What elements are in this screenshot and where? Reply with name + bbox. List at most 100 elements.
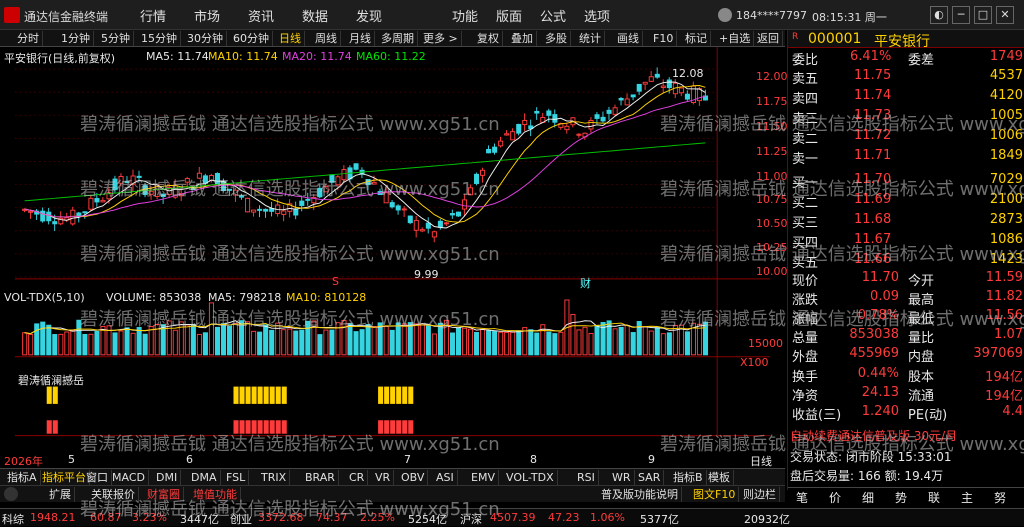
quote-footer-tab[interactable]: 主	[961, 489, 973, 506]
signal-block	[263, 420, 269, 434]
quote-footer-tab[interactable]: 价	[829, 489, 841, 506]
indicator-tab[interactable]: WR	[609, 470, 635, 485]
menu-layout[interactable]: 版面	[496, 6, 522, 25]
sell-level-row[interactable]: 卖二 11.72 1006	[788, 128, 1024, 147]
candle	[564, 122, 570, 134]
draw-line-button[interactable]: 画线	[614, 31, 643, 46]
wealth-circle-button[interactable]: 财富圈	[144, 487, 184, 502]
indicator-tab[interactable]: EMV	[468, 470, 499, 485]
quote-footer-tab[interactable]: 细	[862, 489, 874, 506]
promo-link[interactable]: 自动续费通达信普及版 30元/月	[790, 427, 957, 444]
expand-icon[interactable]	[4, 487, 18, 501]
statistics-button[interactable]: 统计	[576, 31, 605, 46]
indicator-tab[interactable]: VOL-TDX	[503, 470, 558, 485]
tab-60min[interactable]: 60分钟	[230, 31, 273, 46]
sell-level-row[interactable]: 卖一 11.71 1849	[788, 148, 1024, 167]
indicator-tab[interactable]: FSL	[223, 470, 250, 485]
buy-level-row[interactable]: 买三 11.68 2873	[788, 212, 1024, 231]
index-name[interactable]: 沪深	[460, 511, 482, 527]
indicator-tab[interactable]: VR	[372, 470, 395, 485]
overlay-button[interactable]: 叠加	[508, 31, 537, 46]
kline-chart[interactable]	[0, 47, 785, 452]
buy-level-row[interactable]: 买二 11.69 2100	[788, 192, 1024, 211]
buy-level-row[interactable]: 买五 11.66 1423	[788, 252, 1024, 271]
tab-more[interactable]: 更多 >	[420, 31, 462, 46]
back-button[interactable]: 返回	[754, 31, 783, 46]
indicator-tab[interactable]: 窗口	[83, 470, 112, 485]
minimize-icon[interactable]: ─	[952, 6, 970, 24]
vol-volume: VOLUME: 853038	[106, 291, 202, 304]
volume-bar	[552, 333, 558, 356]
buy-level-row[interactable]: 买一 11.70 7029	[788, 172, 1024, 191]
quote-footer-tab[interactable]: 笔	[796, 489, 808, 506]
candle	[305, 192, 311, 206]
multi-stock-button[interactable]: 多股	[542, 31, 571, 46]
vol-ma5: MA5: 798218	[208, 291, 282, 304]
menu-news[interactable]: 资讯	[248, 6, 274, 25]
tab-1min[interactable]: 1分钟	[58, 31, 94, 46]
avatar[interactable]	[718, 8, 732, 22]
quote-footer-tab[interactable]: 联	[928, 489, 940, 506]
sell-level-row[interactable]: 卖三 11.73 1005	[788, 108, 1024, 127]
menu-data[interactable]: 数据	[302, 6, 328, 25]
tab-weekly[interactable]: 周线	[312, 31, 341, 46]
quote-footer-tab[interactable]: 努	[994, 489, 1006, 506]
close-icon[interactable]: ✕	[996, 6, 1014, 24]
add-favorite-button[interactable]: +自选	[716, 31, 755, 46]
mark-button[interactable]: 标记	[682, 31, 711, 46]
menu-discover[interactable]: 发现	[356, 6, 382, 25]
tab-multi-period[interactable]: 多周期	[378, 31, 418, 46]
tab-intraday[interactable]: 分时	[14, 31, 43, 46]
indicator-tab[interactable]: ASI	[433, 470, 458, 485]
indicator-tab[interactable]: DMA	[188, 470, 221, 485]
indicator-tab[interactable]: CR	[346, 470, 369, 485]
sell-level-row[interactable]: 卖四 11.74 4120	[788, 88, 1024, 107]
maximize-icon[interactable]: □	[974, 6, 992, 24]
tab-15min[interactable]: 15分钟	[138, 31, 181, 46]
candle	[130, 169, 136, 192]
sell-level-row[interactable]: 卖五 11.75 4537	[788, 68, 1024, 87]
menu-market[interactable]: 市场	[194, 6, 220, 25]
indicator-tab[interactable]: DMI	[153, 470, 182, 485]
buy-level-row[interactable]: 买四 11.67 1086	[788, 232, 1024, 251]
basic-guide-button[interactable]: 普及版功能说明	[598, 487, 682, 502]
price-tick: 10.50	[756, 217, 788, 230]
menu-quote[interactable]: 行情	[140, 6, 166, 25]
indicator-tab[interactable]: TRIX	[258, 470, 291, 485]
tab-30min[interactable]: 30分钟	[184, 31, 227, 46]
tab-monthly[interactable]: 月线	[346, 31, 375, 46]
indicator-tab[interactable]: RSI	[574, 470, 599, 485]
index-name[interactable]: 科综	[2, 511, 24, 527]
menu-function[interactable]: 功能	[452, 6, 478, 25]
sidebar-button[interactable]: 则边栏	[740, 487, 780, 502]
finance-mark[interactable]: 财	[580, 275, 591, 291]
vol-unit: X100	[740, 356, 769, 369]
restore-rights-button[interactable]: 复权	[474, 31, 503, 46]
volume-bar	[425, 325, 431, 356]
volume-bar	[293, 330, 299, 356]
signal-block	[245, 386, 251, 404]
indicator-tab[interactable]: 模板	[705, 470, 734, 485]
indicator-tab[interactable]: SAR	[635, 470, 665, 485]
f10-button[interactable]: F10	[650, 31, 678, 46]
related-quote-button[interactable]: 关联报价	[88, 487, 139, 502]
menu-options[interactable]: 选项	[584, 6, 610, 25]
f10-graphic-button[interactable]: 图文F10	[690, 487, 740, 502]
menu-formula[interactable]: 公式	[540, 6, 566, 25]
quote-footer-tab[interactable]: 势	[895, 489, 907, 506]
index-name[interactable]: 创业	[230, 511, 252, 527]
indicator-tab[interactable]: 指标A	[4, 470, 41, 485]
quote-stat-row: 总量 853038 量比 1.07	[792, 327, 1023, 346]
volume-bar	[558, 331, 564, 356]
indicator-tab[interactable]: BRAR	[302, 470, 339, 485]
indicator-tab[interactable]: 指标B	[670, 470, 707, 485]
tab-5min[interactable]: 5分钟	[98, 31, 134, 46]
skin-icon[interactable]: ◐	[930, 6, 948, 24]
tab-daily[interactable]: 日线	[276, 31, 305, 46]
indicator-tab[interactable]: OBV	[398, 470, 429, 485]
volume-bar	[76, 319, 82, 356]
extend-button[interactable]: 扩展	[46, 487, 75, 502]
indicator-tab[interactable]: MACD	[109, 470, 149, 485]
value-added-button[interactable]: 增值功能	[190, 487, 241, 502]
date-tick: 5	[68, 453, 75, 466]
